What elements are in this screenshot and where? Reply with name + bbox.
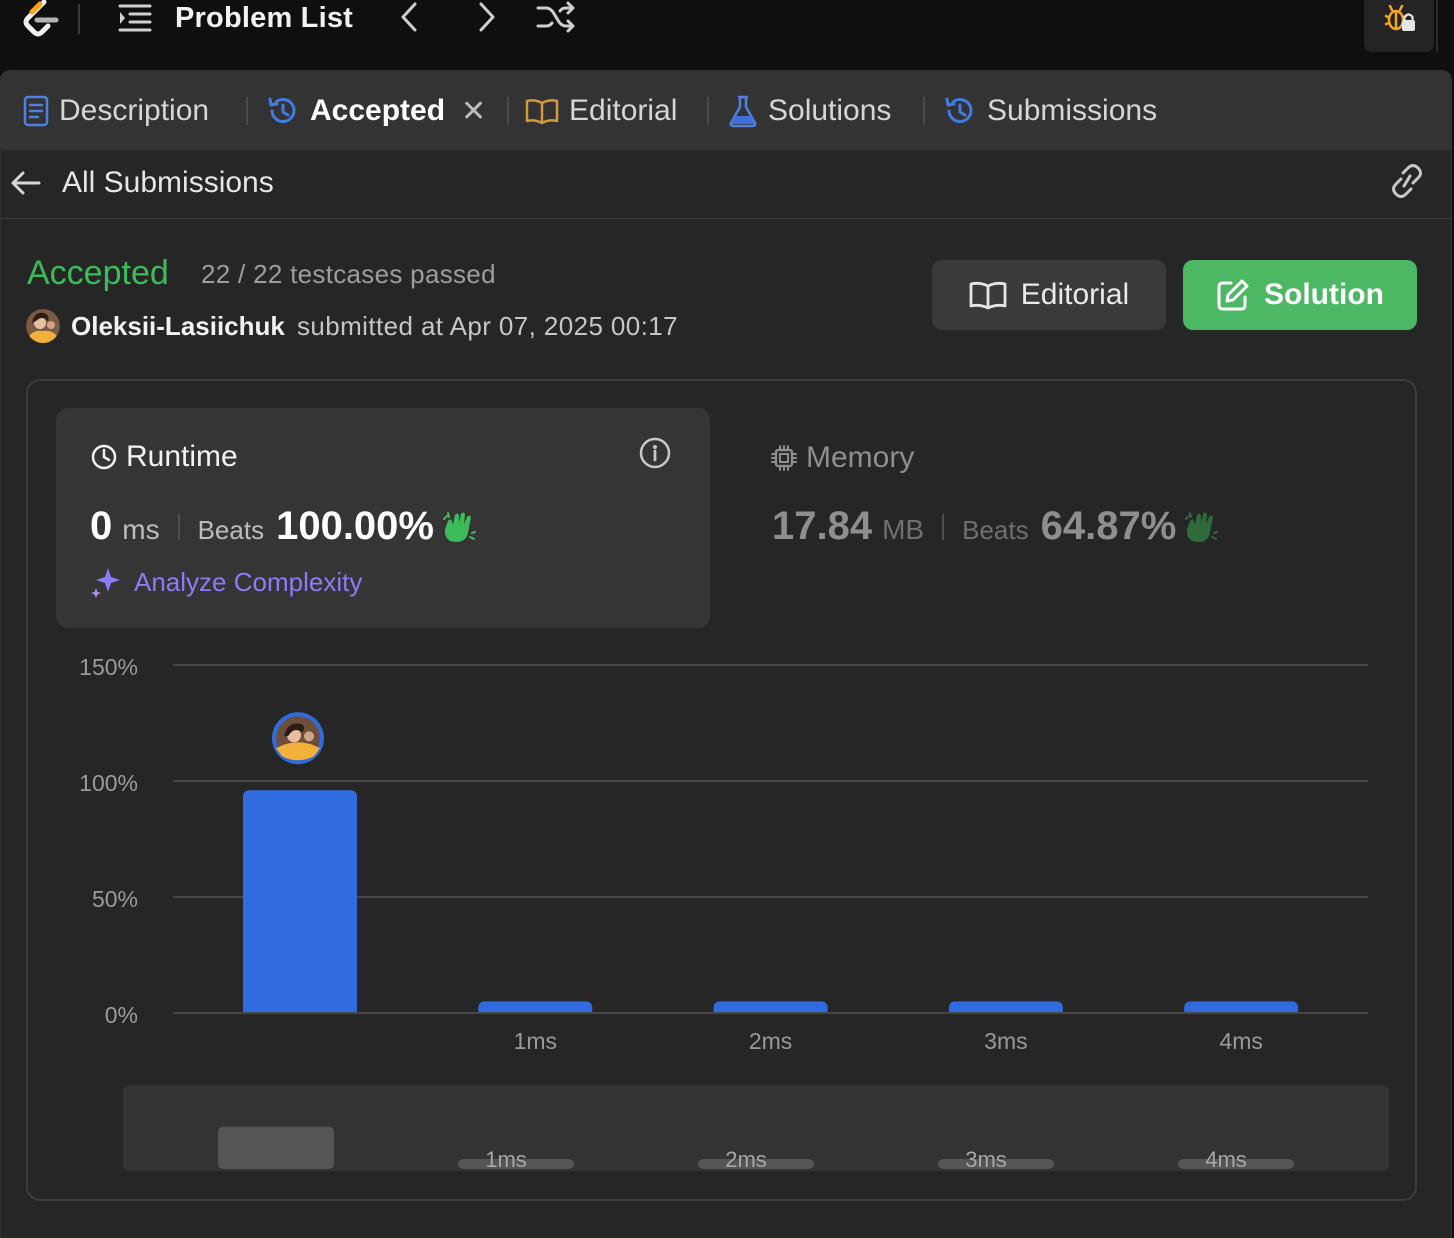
overview-tick-label: 1ms (485, 1147, 527, 1172)
username-link[interactable]: Oleksii-Lasiichuk (71, 311, 285, 342)
tab-description-label: Description (59, 94, 210, 127)
solution-button-label: Solution (1264, 278, 1384, 311)
all-submissions-link[interactable]: All Submissions (62, 166, 274, 200)
link-icon (1392, 164, 1422, 198)
y-tick-label: 0% (105, 1002, 138, 1028)
problem-list-title[interactable]: Problem List (175, 2, 353, 35)
x-tick-label: 3ms (984, 1028, 1027, 1054)
overview-tick-label: 3ms (965, 1147, 1007, 1172)
submitted-at-text: submitted at Apr 07, 2025 00:17 (297, 311, 678, 341)
leetcode-logo-icon[interactable] (18, 0, 60, 38)
overview-tick-label: 4ms (1205, 1147, 1247, 1172)
tab-separator (507, 97, 509, 125)
flask-icon (729, 95, 757, 128)
debugger-button[interactable] (1364, 0, 1434, 52)
overview-tick-label: 2ms (725, 1147, 767, 1172)
top-bar: Problem List (0, 0, 1454, 70)
prev-problem-button[interactable] (392, 0, 428, 36)
submission-subbar: All Submissions (1, 150, 1451, 219)
testcases-passed: 22 / 22 testcases passed (201, 259, 496, 289)
copy-link-button[interactable] (1387, 164, 1427, 203)
tab-solutions[interactable]: Solutions (728, 89, 891, 133)
arrow-left-icon (11, 171, 41, 195)
close-icon[interactable]: ✕ (461, 94, 486, 129)
submission-status: Accepted (27, 254, 169, 292)
chevron-left-icon (401, 2, 417, 32)
history-icon (945, 97, 973, 123)
topbar-divider (78, 4, 80, 34)
overview-bar (218, 1126, 334, 1169)
y-tick-label: 50% (92, 886, 138, 912)
document-icon (23, 95, 49, 127)
x-tick-label: 4ms (1219, 1028, 1262, 1054)
performance-stats-box: Runtime 0 ms Beats 100.00% Analyze Compl… (26, 379, 1417, 1201)
back-button[interactable] (9, 166, 43, 205)
tab-accepted[interactable]: Accepted ✕ (266, 89, 486, 133)
user-avatar[interactable] (26, 309, 60, 343)
edit-icon (1217, 279, 1249, 311)
chart-bar[interactable] (243, 790, 357, 1017)
y-tick-label: 150% (79, 654, 138, 680)
tab-submissions[interactable]: Submissions (943, 89, 1157, 133)
tab-submissions-label: Submissions (987, 94, 1158, 127)
tab-separator (923, 97, 925, 125)
problem-list-icon[interactable] (118, 2, 152, 34)
x-tick-label: 1ms (514, 1028, 557, 1054)
tab-separator (707, 97, 709, 125)
right-edge-panel (1436, 0, 1454, 52)
tab-editorial-label: Editorial (569, 94, 678, 127)
book-icon (525, 99, 559, 125)
tab-separator (246, 97, 248, 125)
tab-accepted-label: Accepted (310, 94, 446, 127)
tab-solutions-label: Solutions (768, 94, 892, 127)
tab-description[interactable]: Description (23, 89, 209, 133)
x-tick-label: 2ms (749, 1028, 792, 1054)
post-solution-button[interactable]: Solution (1183, 260, 1417, 330)
random-problem-button[interactable] (536, 0, 576, 36)
bug-lock-icon (1384, 4, 1415, 31)
editorial-button[interactable]: Editorial (932, 260, 1166, 330)
your-submission-avatar[interactable] (272, 712, 324, 765)
runtime-distribution-chart[interactable]: 0% 50% 100% 150% 1ms 2ms 3ms 4ms 1ms 2ms 3ms 4ms (28, 381, 1419, 1203)
submission-panel: Description Accepted ✕ Editorial Solutio… (0, 70, 1452, 1238)
tab-bar: Description Accepted ✕ Editorial Solutio… (1, 71, 1451, 150)
book-icon (969, 281, 1007, 310)
y-tick-label: 100% (79, 770, 138, 796)
editorial-button-label: Editorial (1020, 278, 1130, 311)
next-problem-button[interactable] (468, 0, 504, 36)
tab-editorial[interactable]: Editorial (525, 89, 677, 133)
shuffle-icon (536, 1, 575, 33)
history-icon (268, 97, 296, 123)
chevron-right-icon (479, 2, 495, 32)
